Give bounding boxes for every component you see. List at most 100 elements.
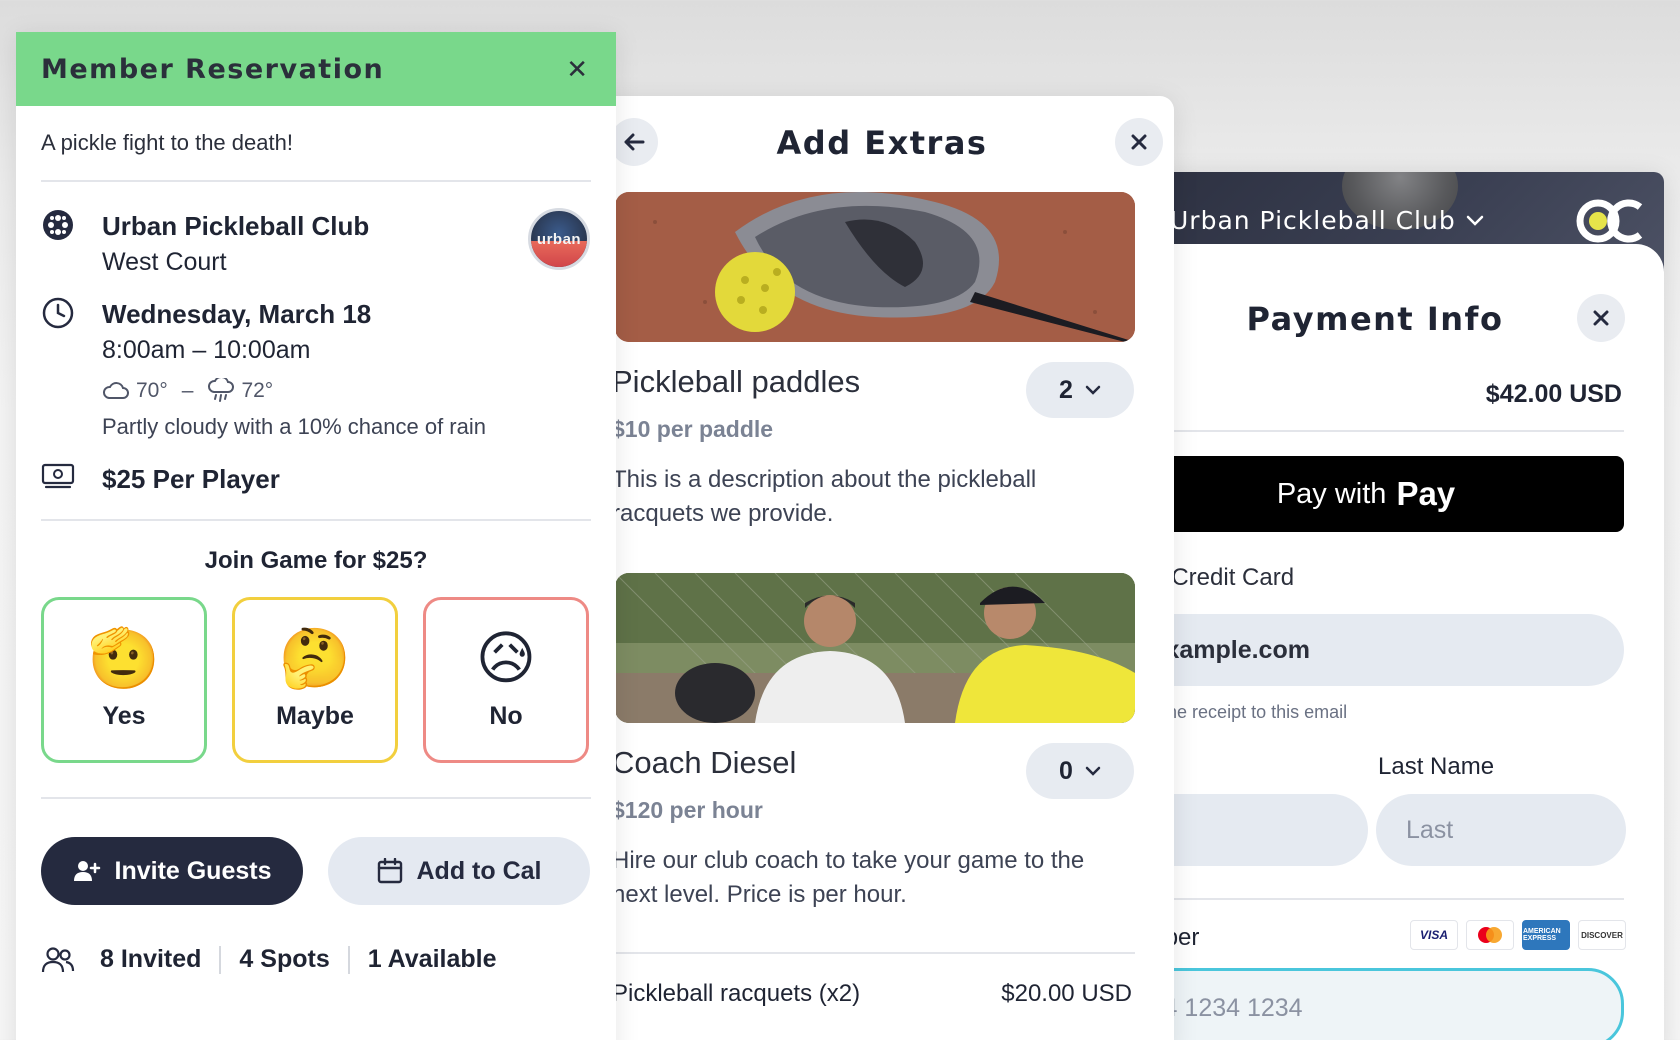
amex-icon: AMERICAN EXPRESS <box>1522 920 1570 950</box>
rsvp-no-button[interactable]: 😥 No <box>423 597 589 763</box>
spots-count: 4 Spots <box>239 945 330 973</box>
payment-title: Payment Info <box>1246 300 1504 338</box>
join-prompt: Join Game for $25? <box>204 547 428 574</box>
club-info: Urban Pickleball Club West Court urban <box>16 208 616 296</box>
line-item: Pickleball racquets (x2) $20.00 USD <box>612 980 1132 1008</box>
chevron-down-icon <box>1085 385 1101 395</box>
temp-high: 72° <box>241 379 274 402</box>
weather-forecast: Partly cloudy with a 10% chance of rain <box>102 414 486 439</box>
last-name-field[interactable]: Last <box>1376 794 1626 866</box>
thinking-emoji-icon: 🤔 <box>278 625 352 691</box>
card-brand-logos: VISA AMERICAN EXPRESS DISCOVER <box>1410 920 1626 950</box>
invited-count: 8 Invited <box>100 945 202 973</box>
email-field[interactable]: ny@example.com <box>1128 614 1624 686</box>
court-connect-logo <box>1576 199 1643 243</box>
clock-icon <box>41 296 77 461</box>
payment-card: Urban Pickleball Club Payment Info $42.0… <box>1128 172 1664 1040</box>
payment-sheet: Payment Info $42.00 USD Pay with Pay via… <box>1128 244 1664 1040</box>
reservation-title: Member Reservation <box>41 53 385 85</box>
rsvp-maybe-button[interactable]: 🤔 Maybe <box>232 597 398 763</box>
extras-title: Add Extras <box>776 124 988 162</box>
stat-divider <box>219 945 222 974</box>
club-logo-text: urban <box>536 230 582 248</box>
pickleball-icon <box>41 208 77 296</box>
item-name: Pickleball paddles <box>612 364 861 399</box>
rsvp-no-label: No <box>489 701 523 730</box>
quantity-value: 2 <box>1059 375 1073 404</box>
line-item-amount: $20.00 USD <box>1001 980 1132 1007</box>
salute-emoji-icon: 🫡 <box>87 625 161 691</box>
reservation-time: 8:00am – 10:00am <box>102 336 311 364</box>
mastercard-icon <box>1466 920 1514 950</box>
cloud-icon <box>103 382 129 399</box>
extras-header: Add Extras <box>610 96 1174 192</box>
available-count: 1 Available <box>367 945 497 973</box>
add-user-icon <box>73 861 100 881</box>
item-price: $10 per paddle <box>612 416 774 442</box>
apple-pay-brand: Pay <box>1396 475 1455 513</box>
invite-guests-label: Invite Guests <box>114 856 272 885</box>
divider <box>615 952 1135 954</box>
extra-item-coach: Coach Diesel 0 <box>612 743 1174 799</box>
date-text: Wednesday, March 18 8:00am – 10:00am 70°… <box>102 296 486 461</box>
apple-pay-button[interactable]: Pay with Pay <box>1128 456 1624 532</box>
date-info: Wednesday, March 18 8:00am – 10:00am 70°… <box>16 296 616 461</box>
weather-temps: 70° – 72° <box>102 378 486 404</box>
game-stats: 8 Invited 4 Spots 1 Available <box>16 905 616 974</box>
add-to-calendar-button[interactable]: Add to Cal <box>328 837 590 905</box>
payment-total: $42.00 USD <box>1485 380 1622 408</box>
reservation-tagline: A pickle fight to the death! <box>41 130 293 155</box>
sad-emoji-icon: 😥 <box>475 625 537 691</box>
temp-dash: – <box>181 379 194 402</box>
club-logo: urban <box>528 208 590 270</box>
apple-pay-brand-text: Pay <box>1396 475 1456 512</box>
people-icon <box>41 946 75 972</box>
court-name: West Court <box>102 248 227 276</box>
stat-divider <box>347 945 350 974</box>
quantity-dropdown[interactable]: 2 <box>1026 362 1134 418</box>
reservation-header: Member Reservation ✕ <box>16 32 616 106</box>
last-name-label: Last Name <box>1378 753 1495 780</box>
divider <box>1128 430 1624 432</box>
close-icon <box>1131 134 1147 150</box>
invite-guests-button[interactable]: Invite Guests <box>41 837 303 905</box>
extra-item-paddles: Pickleball paddles 2 <box>612 362 1174 418</box>
line-item-label: Pickleball racquets (x2) <box>612 980 861 1007</box>
discover-icon: DISCOVER <box>1578 920 1626 950</box>
reservation-actions: Invite Guests Add to Cal <box>16 799 616 905</box>
visa-icon: VISA <box>1410 920 1458 950</box>
add-to-calendar-label: Add to Cal <box>416 856 542 885</box>
calendar-icon <box>377 858 402 884</box>
card-number-field[interactable]: 4 1234 1234 1234 <box>1128 968 1624 1040</box>
item-description: Hire our club coach to take your game to… <box>612 847 1085 908</box>
club-selector-label: Urban Pickleball Club <box>1170 206 1456 235</box>
reservation-date: Wednesday, March 18 <box>102 299 372 329</box>
item-name: Coach Diesel <box>612 745 797 780</box>
club-selector[interactable]: Urban Pickleball Club <box>1170 206 1484 235</box>
temp-low: 70° <box>136 379 168 402</box>
divider <box>41 519 591 521</box>
close-button[interactable] <box>1577 294 1625 342</box>
member-reservation-card: Member Reservation ✕ A pickle fight to t… <box>16 32 616 1040</box>
paddle-photo <box>615 192 1135 342</box>
divider <box>41 180 591 182</box>
rsvp-maybe-label: Maybe <box>276 701 354 730</box>
item-price: $120 per hour <box>612 797 763 823</box>
extras-content: Add Extras Pickleball paddles 2 $10 per … <box>610 96 1174 1008</box>
apple-pay-prefix: Pay with <box>1276 477 1387 510</box>
rsvp-yes-button[interactable]: 🫡 Yes <box>41 597 207 763</box>
quantity-value: 0 <box>1059 756 1073 785</box>
rsvp-yes-label: Yes <box>102 701 146 730</box>
chevron-down-icon <box>1085 766 1101 776</box>
money-icon <box>41 461 77 496</box>
club-text: Urban Pickleball Club West Court <box>102 208 369 296</box>
rain-cloud-icon <box>208 378 235 402</box>
divider <box>1128 898 1624 900</box>
chevron-down-icon <box>1466 215 1483 226</box>
club-name: Urban Pickleball Club <box>102 211 370 241</box>
close-icon[interactable]: ✕ <box>566 56 588 82</box>
price-info: $25 Per Player <box>16 461 616 519</box>
quantity-dropdown[interactable]: 0 <box>1026 743 1134 799</box>
close-button[interactable] <box>1115 118 1163 166</box>
coach-photo <box>615 573 1135 723</box>
